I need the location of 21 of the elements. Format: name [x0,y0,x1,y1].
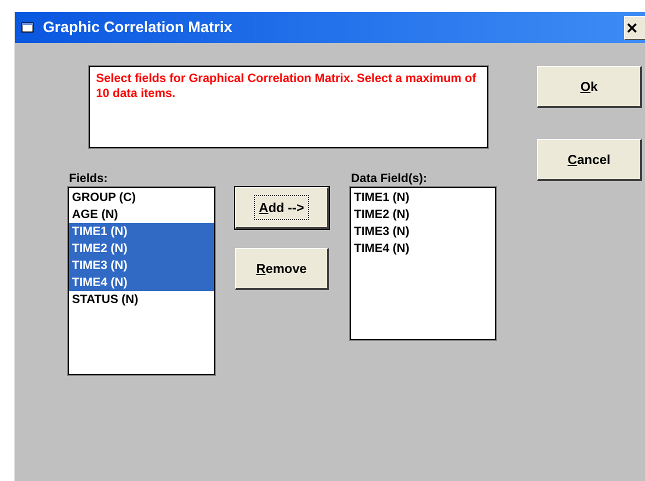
list-item[interactable]: TIME3 (N) [69,257,214,274]
list-item[interactable]: TIME1 (N) [351,189,495,206]
list-item[interactable]: STATUS (N) [69,291,214,308]
fields-list[interactable]: GROUP (C) AGE (N) TIME1 (N) TIME2 (N) TIME3 (N) TIME4 (N) STATUS (N) [68,187,215,375]
data-fields-list[interactable]: TIME1 (N) TIME2 (N) TIME3 (N) TIME4 (N) [350,187,496,340]
list-item[interactable]: TIME4 (N) [69,274,214,291]
cancel-button[interactable]: Cancel [537,139,642,181]
add-button[interactable]: Add --> [235,187,329,229]
window-title: Graphic Correlation Matrix [43,19,232,36]
list-item[interactable]: TIME2 (N) [69,240,214,257]
ok-button[interactable]: Ok [537,66,642,108]
list-label: Data Field(s): [351,170,428,187]
list-item[interactable]: GROUP (C) [69,189,214,206]
remove-button[interactable]: Remove [235,248,329,290]
list-item[interactable]: TIME4 (N) [351,240,495,257]
list-item[interactable]: TIME2 (N) [351,206,495,223]
list-label: Fields: [69,170,109,187]
list-item[interactable]: TIME1 (N) [69,223,214,240]
instruction-text: Select fields for Graphical Correlation Matrix. Select a maximum of 10 data items. [89,66,488,148]
list-item[interactable]: AGE (N) [69,206,214,223]
list-item[interactable]: TIME3 (N) [351,223,495,240]
